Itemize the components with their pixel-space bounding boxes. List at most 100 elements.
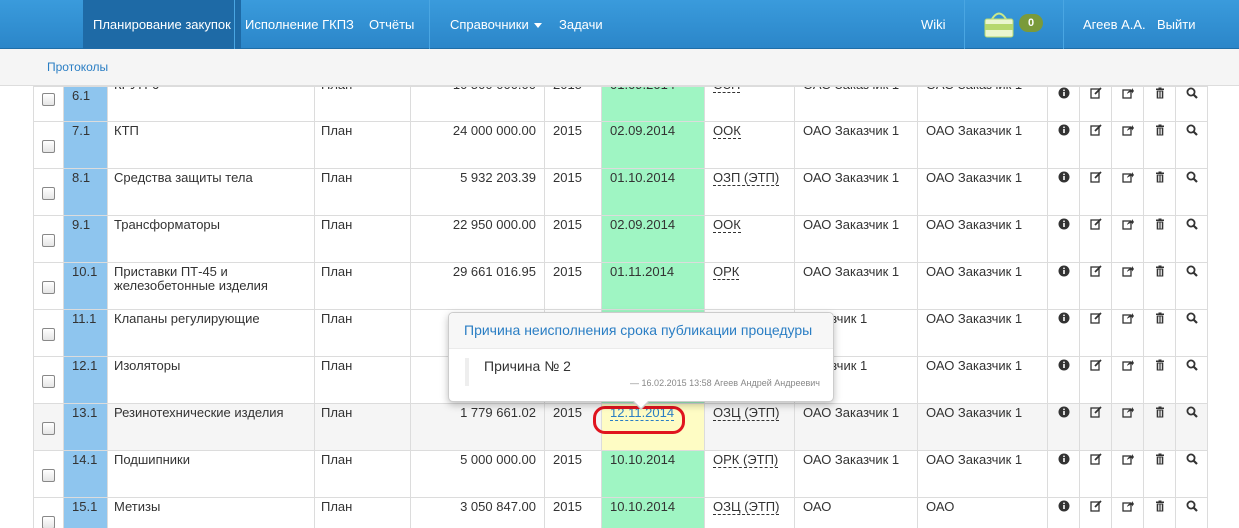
share-icon[interactable] [1113, 124, 1143, 136]
share-icon[interactable] [1113, 500, 1143, 512]
search-icon[interactable] [1177, 218, 1207, 230]
row-checkbox[interactable] [42, 422, 55, 435]
info-icon[interactable] [1049, 500, 1079, 512]
trash-icon[interactable] [1145, 171, 1175, 183]
nav-gkpz-execution[interactable]: Исполнение ГКПЗ [245, 0, 354, 49]
nav-user[interactable]: Агеев А.А. [1083, 0, 1146, 49]
procedure-link[interactable]: ОЗЦ (ЭТП) [713, 405, 780, 421]
info-icon[interactable] [1049, 87, 1079, 100]
procedure-cell: ОЗП [704, 86, 795, 122]
info-icon[interactable] [1049, 218, 1079, 230]
sub-navbar: Протоколы [0, 49, 1239, 86]
top-navbar: Планирование закупок Исполнение ГКПЗ Отч… [0, 0, 1239, 49]
organizer-name: ОАО Заказчик 1 [926, 358, 1023, 373]
info-icon[interactable] [1049, 312, 1079, 324]
share-icon[interactable] [1113, 453, 1143, 465]
share-icon[interactable] [1113, 218, 1143, 230]
info-icon[interactable] [1049, 124, 1079, 136]
action-cell [1143, 450, 1176, 498]
search-icon[interactable] [1177, 124, 1207, 136]
action-cell [1047, 450, 1080, 498]
search-icon[interactable] [1177, 312, 1207, 324]
edit-icon[interactable] [1081, 171, 1111, 183]
info-icon[interactable] [1049, 171, 1079, 183]
share-icon[interactable] [1113, 359, 1143, 371]
trash-icon[interactable] [1145, 312, 1175, 324]
nav-tasks[interactable]: Задачи [559, 0, 603, 49]
trash-icon[interactable] [1145, 124, 1175, 136]
share-icon[interactable] [1113, 88, 1143, 100]
search-icon[interactable] [1177, 500, 1207, 512]
row-checkbox[interactable] [42, 281, 55, 294]
edit-icon[interactable] [1081, 218, 1111, 230]
customer-cell: ОАО Заказчик 1 [794, 450, 918, 498]
procedure-link[interactable]: ОРК (ЭТП) [713, 452, 779, 468]
share-icon[interactable] [1113, 406, 1143, 418]
trash-icon[interactable] [1145, 218, 1175, 230]
edit-icon[interactable] [1081, 87, 1111, 100]
search-icon[interactable] [1177, 406, 1207, 418]
popover-quote: Причина № 2 — 16.02.2015 13:58 Агеев Анд… [465, 358, 820, 388]
edit-icon[interactable] [1081, 265, 1111, 277]
row-checkbox[interactable] [42, 234, 55, 247]
share-icon[interactable] [1113, 312, 1143, 324]
action-cell [1143, 497, 1176, 528]
year-value: 2015 [553, 170, 582, 185]
action-cell [1143, 168, 1176, 216]
trash-icon[interactable] [1145, 500, 1175, 512]
procedure-link[interactable]: ОЗЦ (ЭТП) [713, 499, 780, 515]
share-icon[interactable] [1113, 171, 1143, 183]
row-checkbox[interactable] [42, 140, 55, 153]
search-icon[interactable] [1177, 87, 1207, 100]
procedure-link[interactable]: ООК [713, 217, 741, 233]
basket-icon[interactable] [983, 10, 1015, 38]
edit-icon[interactable] [1081, 406, 1111, 418]
sum-cell: 5 932 203.39 [410, 168, 545, 216]
trash-icon[interactable] [1145, 265, 1175, 277]
row-checkbox[interactable] [42, 469, 55, 482]
edit-icon[interactable] [1081, 124, 1111, 136]
info-icon[interactable] [1049, 406, 1079, 418]
chevron-down-icon [533, 23, 542, 29]
row-checkbox[interactable] [42, 187, 55, 200]
popover-meta: — 16.02.2015 13:58 Агеев Андрей Андрееви… [630, 378, 820, 388]
year-cell: 2015 [544, 262, 602, 310]
search-icon[interactable] [1177, 171, 1207, 183]
edit-icon[interactable] [1081, 453, 1111, 465]
item-name-cell: Клапаны регулирующие [107, 309, 315, 357]
info-icon[interactable] [1049, 359, 1079, 371]
search-icon[interactable] [1177, 453, 1207, 465]
nav-reports[interactable]: Отчёты [369, 0, 414, 49]
edit-icon[interactable] [1081, 312, 1111, 324]
action-cell [1079, 168, 1112, 216]
table-row: 7.1 КТП План 24 000 000.00 2015 02.09.2014 ООК… [33, 121, 1208, 169]
nav-wiki[interactable]: Wiki [921, 0, 946, 49]
row-checkbox[interactable] [42, 93, 55, 106]
procedure-link[interactable]: ОЗП [713, 87, 741, 93]
trash-icon[interactable] [1145, 453, 1175, 465]
organizer-cell: ОАО Заказчик 1 [917, 168, 1048, 216]
procedure-link[interactable]: ООК [713, 123, 741, 139]
info-icon[interactable] [1049, 265, 1079, 277]
share-icon[interactable] [1113, 265, 1143, 277]
trash-icon[interactable] [1145, 87, 1175, 100]
nav-logout[interactable]: Выйти [1157, 0, 1196, 49]
row-checkbox[interactable] [42, 516, 55, 528]
nav-directories[interactable]: Справочники [450, 0, 542, 49]
search-icon[interactable] [1177, 359, 1207, 371]
trash-icon[interactable] [1145, 406, 1175, 418]
info-icon[interactable] [1049, 453, 1079, 465]
action-cell [1079, 450, 1112, 498]
nav-planning[interactable]: Планирование закупок [83, 0, 241, 49]
trash-icon[interactable] [1145, 359, 1175, 371]
protocols-link[interactable]: Протоколы [47, 60, 108, 74]
procedure-link[interactable]: ОРК [713, 264, 740, 280]
edit-icon[interactable] [1081, 500, 1111, 512]
search-icon[interactable] [1177, 265, 1207, 277]
procedure-link[interactable]: ОЗП (ЭТП) [713, 170, 780, 186]
action-cell [1175, 450, 1208, 498]
edit-icon[interactable] [1081, 359, 1111, 371]
row-checkbox[interactable] [42, 328, 55, 341]
action-cell [1143, 215, 1176, 263]
row-checkbox[interactable] [42, 375, 55, 388]
